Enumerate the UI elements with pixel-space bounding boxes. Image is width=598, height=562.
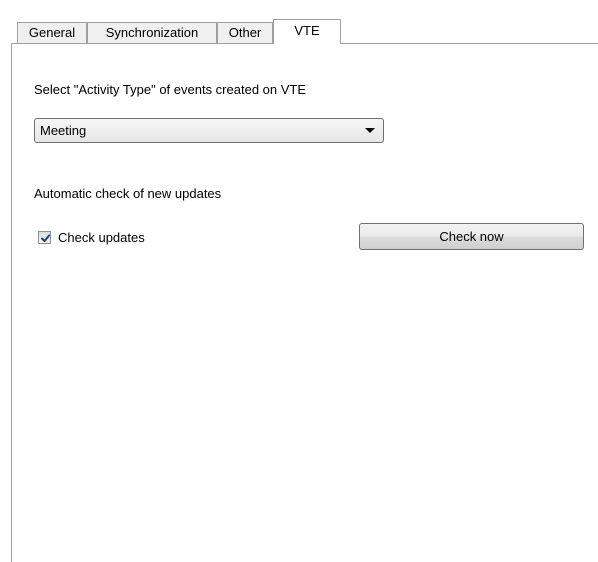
tab-vte[interactable]: VTE xyxy=(273,19,341,44)
tab-label: VTE xyxy=(294,22,320,38)
check-now-label: Check now xyxy=(439,229,504,244)
check-updates-label[interactable]: Check updates xyxy=(58,230,145,245)
check-updates-checkbox[interactable] xyxy=(38,231,51,244)
tab-general[interactable]: General xyxy=(17,22,87,43)
tab-label: Other xyxy=(228,25,262,40)
chevron-down-icon xyxy=(365,128,375,133)
activity-type-dropdown[interactable]: Meeting xyxy=(34,118,384,143)
tab-label: Synchronization xyxy=(105,25,199,40)
tab-label: General xyxy=(28,25,76,40)
checkmark-icon xyxy=(41,234,50,242)
tab-strip: General Synchronization Other VTE xyxy=(0,0,598,44)
tab-other[interactable]: Other xyxy=(217,22,273,43)
activity-type-label: Select "Activity Type" of events created… xyxy=(34,82,307,97)
tab-synchronization[interactable]: Synchronization xyxy=(87,22,217,43)
activity-type-value: Meeting xyxy=(40,123,87,138)
updates-section-label: Automatic check of new updates xyxy=(34,186,222,201)
check-now-button[interactable]: Check now xyxy=(359,223,584,250)
